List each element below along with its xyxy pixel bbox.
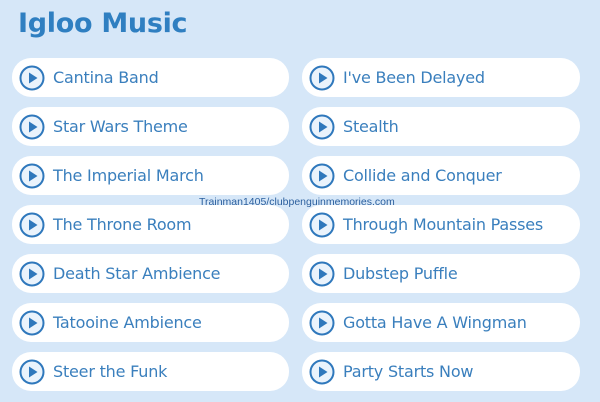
watermark-text: Trainman1405/clubpenguinmemories.com [199, 196, 395, 208]
track-button[interactable]: Through Mountain Passes [302, 205, 580, 244]
track-button[interactable]: Party Starts Now [302, 352, 580, 391]
play-icon [19, 212, 45, 237]
left-track-column: Cantina Band Star Wars Theme The Imperia… [12, 58, 289, 391]
track-label: Collide and Conquer [343, 166, 502, 185]
track-button[interactable]: The Imperial March [12, 156, 289, 195]
play-icon [309, 65, 335, 90]
track-label: Party Starts Now [343, 362, 474, 381]
track-label: The Imperial March [53, 166, 204, 185]
track-label: Through Mountain Passes [343, 215, 544, 234]
play-icon [309, 359, 335, 384]
track-button[interactable]: Collide and Conquer [302, 156, 580, 195]
track-button[interactable]: Steer the Funk [12, 352, 289, 391]
play-icon [19, 310, 45, 335]
track-button[interactable]: I've Been Delayed [302, 58, 580, 97]
track-label: Steer the Funk [53, 362, 168, 381]
track-button[interactable]: Star Wars Theme [12, 107, 289, 146]
right-track-column: I've Been Delayed Stealth Collide and Co… [302, 58, 580, 391]
play-icon [309, 163, 335, 188]
play-icon [19, 114, 45, 139]
track-button[interactable]: The Throne Room [12, 205, 289, 244]
play-icon [309, 261, 335, 286]
track-button[interactable]: Tatooine Ambience [12, 303, 289, 342]
track-label: Dubstep Puffle [343, 264, 458, 283]
play-icon [309, 212, 335, 237]
track-label: Star Wars Theme [53, 117, 188, 136]
play-icon [19, 163, 45, 188]
track-button[interactable]: Gotta Have A Wingman [302, 303, 580, 342]
track-label: Cantina Band [53, 68, 159, 87]
track-button[interactable]: Dubstep Puffle [302, 254, 580, 293]
track-button[interactable]: Death Star Ambience [12, 254, 289, 293]
play-icon [309, 310, 335, 335]
play-icon [19, 65, 45, 90]
track-button[interactable]: Stealth [302, 107, 580, 146]
track-label: Gotta Have A Wingman [343, 313, 527, 332]
page-title: Igloo Music [18, 8, 188, 39]
play-icon [309, 114, 335, 139]
play-icon [19, 359, 45, 384]
track-label: Tatooine Ambience [53, 313, 202, 332]
track-label: Death Star Ambience [53, 264, 221, 283]
play-icon [19, 261, 45, 286]
track-label: Stealth [343, 117, 399, 136]
track-label: I've Been Delayed [343, 68, 485, 87]
track-button[interactable]: Cantina Band [12, 58, 289, 97]
track-label: The Throne Room [53, 215, 192, 234]
